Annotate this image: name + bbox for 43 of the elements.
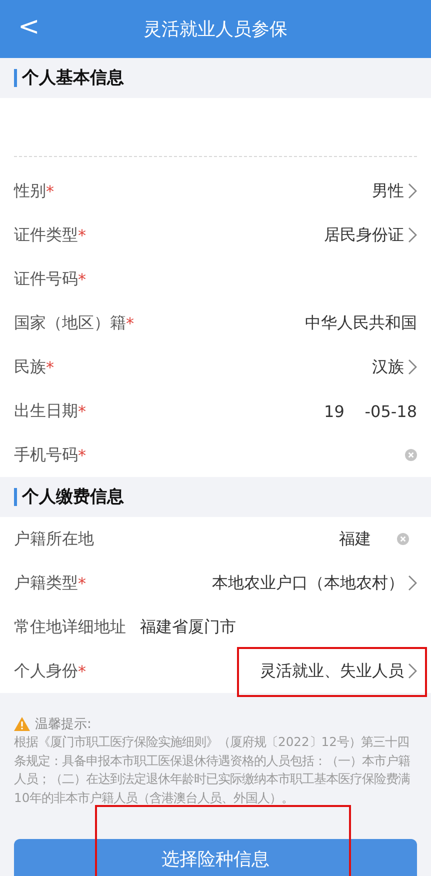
field-value[interactable]: 汉族 xyxy=(372,356,404,378)
required-mark: * xyxy=(78,662,86,680)
required-mark: * xyxy=(78,270,86,288)
required-mark: * xyxy=(46,358,54,376)
back-button[interactable]: < xyxy=(14,12,44,42)
field-label: 民族 xyxy=(14,356,46,378)
page-title: 灵活就业人员参保 xyxy=(144,18,288,41)
field-label: 出生日期 xyxy=(14,400,78,422)
field-label: 个人身份 xyxy=(14,660,78,682)
field-label: 常住地详细地址 xyxy=(14,616,126,638)
field-label: 证件类型 xyxy=(14,224,78,246)
field-value[interactable]: 居民身份证 xyxy=(324,224,404,246)
notice-text: 根据《厦门市职工医疗保险实施细则》（厦府规〔2022〕12号）第三十四条规定：具备申报本市职工医保退休待遇资格的人员包括：（一）本市户籍人员；（二）在达到法定退休年龄时已实际缴纳本市职工基本医疗保险费满10年的非本市户籍人员（含港澳台人员、外国人）。 xyxy=(14,734,411,806)
chevron-icon xyxy=(408,227,417,243)
required-mark: * xyxy=(78,574,86,592)
chevron-icon xyxy=(408,359,417,375)
field-value[interactable]: 灵活就业、失业人员 xyxy=(260,660,404,682)
field-label: 国家（地区）籍 xyxy=(14,312,126,334)
field-label: 户籍类型 xyxy=(14,572,78,594)
warning-icon xyxy=(14,717,30,731)
section-title: 个人缴费信息 xyxy=(14,488,124,506)
clear-icon[interactable] xyxy=(397,533,409,545)
section-title: 个人基本信息 xyxy=(14,69,124,87)
field-value[interactable]: 福建 xyxy=(339,528,371,550)
required-mark: * xyxy=(78,226,86,244)
required-mark: * xyxy=(78,402,86,420)
required-mark: * xyxy=(78,446,86,464)
notice-title: 温馨提示: xyxy=(35,716,92,733)
clear-icon[interactable] xyxy=(405,449,417,461)
field-label: 证件号码 xyxy=(14,268,78,290)
required-mark: * xyxy=(126,314,134,332)
field-label: 手机号码 xyxy=(14,444,78,466)
required-mark: * xyxy=(46,182,54,200)
chevron-icon xyxy=(408,183,417,199)
chevron-icon xyxy=(408,575,417,591)
field-value[interactable]: 本地农业户口（本地农村） xyxy=(212,572,404,594)
field-value[interactable]: 中华人民共和国 xyxy=(305,312,417,334)
field-value[interactable]: 19 -05-18 xyxy=(324,402,417,420)
field-value[interactable]: 男性 xyxy=(372,180,404,202)
field-label: 性别 xyxy=(14,180,46,202)
field-label: 户籍所在地 xyxy=(14,528,94,550)
chevron-icon xyxy=(408,663,417,679)
field-value[interactable]: 福建省厦门市 xyxy=(140,616,236,636)
